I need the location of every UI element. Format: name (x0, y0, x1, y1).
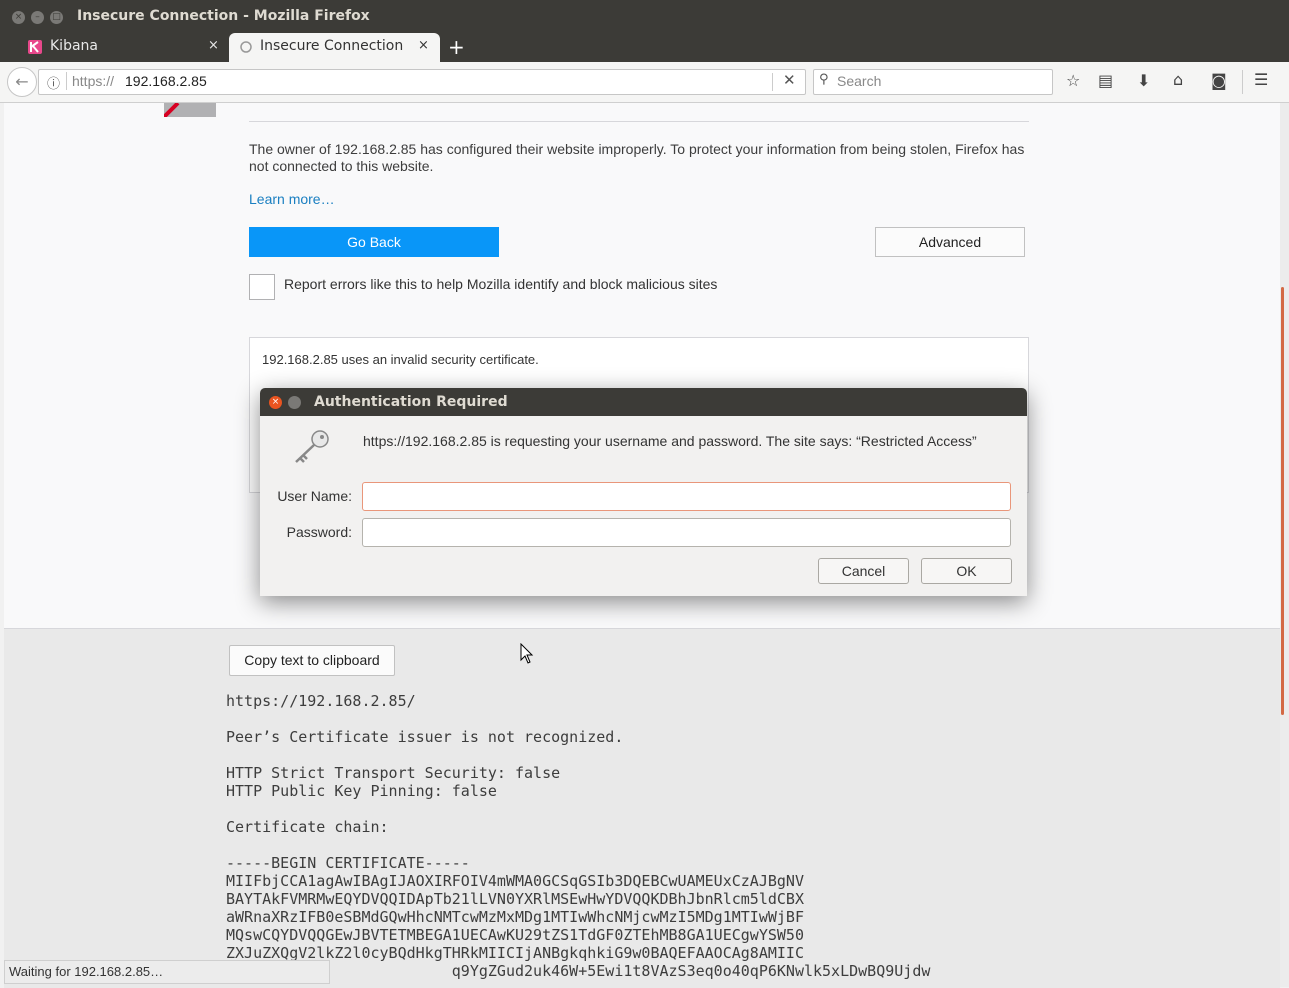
tab-insecure-connection[interactable]: Insecure Connection × (229, 33, 440, 62)
details-url: https://192.168.2.85/ (226, 692, 416, 710)
report-errors-checkbox[interactable] (249, 274, 275, 300)
scrollbar-thumb[interactable] (1281, 287, 1284, 715)
ok-button[interactable]: OK (921, 558, 1012, 584)
divider (249, 121, 1029, 122)
issuer-message: Peer’s Certificate issuer is not recogni… (226, 728, 624, 746)
home-icon[interactable]: ⌂ (1173, 70, 1183, 89)
search-input[interactable]: ⚲ Search (813, 69, 1053, 95)
cert-line: BAYTAkFVMRMwEQYDVQQIDApTb21lLVN0YXRlMSEw… (226, 890, 804, 908)
username-label: User Name: (277, 488, 352, 504)
window-close-button[interactable]: × (12, 11, 25, 24)
status-bar: Waiting for 192.168.2.85… (4, 960, 330, 984)
mouse-cursor-icon (520, 642, 534, 669)
advanced-button[interactable]: Advanced (875, 227, 1025, 257)
cert-line: MQswCQYDVQQGEwJBVTETMBEGA1UECAwKU29tZS1T… (226, 926, 804, 944)
username-field[interactable] (362, 482, 1011, 511)
report-errors-label: Report errors like this to help Mozilla … (284, 276, 718, 292)
cert-line: MIIFbjCCA1agAwIBAgIJAOXIRFOIV4mWMA0GCSqG… (226, 872, 804, 890)
info-icon[interactable]: ⓘ (47, 73, 60, 92)
cert-line: q9YgZGud2uk46W+5Ewi1t8VAzS3eq0o40qP6KNwl… (226, 962, 931, 980)
certificate-details: Copy text to clipboard https://192.168.2… (4, 628, 1280, 988)
search-icon: ⚲ (819, 72, 829, 87)
window-titlebar: × – □ Insecure Connection - Mozilla Fire… (0, 0, 1289, 33)
stop-icon[interactable]: ✕ (783, 71, 796, 89)
url-scheme: https:// (72, 73, 115, 89)
hsts-line: HTTP Strict Transport Security: false (226, 764, 561, 782)
tab-label: Kibana (50, 38, 98, 54)
bookmark-star-icon[interactable]: ☆ (1066, 71, 1080, 90)
back-icon[interactable]: ← (7, 67, 37, 97)
go-back-button[interactable]: Go Back (249, 227, 499, 257)
dialog-title: Authentication Required (314, 394, 508, 410)
password-field[interactable] (362, 518, 1011, 547)
dialog-titlebar: × Authentication Required (260, 388, 1027, 416)
key-icon (292, 428, 334, 470)
url-bar[interactable]: ⓘ https:// 192.168.2.85 ✕ (38, 69, 806, 95)
window-maximize-button[interactable]: □ (50, 11, 63, 24)
warning-icon (164, 103, 216, 117)
navigation-bar: ← ⓘ https:// 192.168.2.85 ✕ ⚲ Search ☆ ▤… (0, 62, 1289, 103)
hpkp-line: HTTP Public Key Pinning: false (226, 782, 497, 800)
url-host: 192.168.2.85 (125, 73, 207, 89)
advanced-panel-text: 192.168.2.85 uses an invalid security ce… (262, 352, 539, 367)
authentication-dialog: × Authentication Required https://192.16… (260, 388, 1027, 596)
learn-more-link[interactable]: Learn more… (249, 191, 335, 207)
tab-close-icon[interactable]: × (418, 38, 429, 53)
password-label: Password: (286, 524, 352, 540)
pocket-icon[interactable]: ◙ (1211, 71, 1227, 90)
new-tab-icon[interactable]: + (448, 35, 465, 59)
dialog-close-button[interactable]: × (269, 396, 282, 409)
dialog-maximize-button[interactable] (288, 396, 301, 409)
cert-line: -----BEGIN CERTIFICATE----- (226, 854, 470, 872)
tab-close-icon[interactable]: × (208, 38, 219, 53)
loading-icon (239, 40, 253, 54)
window-title: Insecure Connection - Mozilla Firefox (77, 8, 370, 24)
error-description: The owner of 192.168.2.85 has configured… (249, 141, 1025, 174)
tab-strip: Kibana × Insecure Connection × (0, 33, 1289, 62)
menu-icon[interactable]: ☰ (1254, 70, 1268, 89)
search-placeholder: Search (837, 73, 882, 89)
tab-label: Insecure Connection (260, 38, 404, 54)
downloads-icon[interactable]: ⬇ (1137, 71, 1150, 90)
tab-kibana[interactable]: Kibana × (20, 33, 225, 62)
chain-label: Certificate chain: (226, 818, 389, 836)
kibana-icon (28, 40, 42, 54)
copy-to-clipboard-button[interactable]: Copy text to clipboard (229, 645, 395, 676)
reading-list-icon[interactable]: ▤ (1098, 71, 1113, 90)
dialog-message: https://192.168.2.85 is requesting your … (363, 433, 977, 449)
cert-line: aWRnaXRzIFB0eSBMdGQwHhcNMTcwMzMxMDg1MTIw… (226, 908, 804, 926)
window-minimize-button[interactable]: – (31, 11, 44, 24)
cancel-button[interactable]: Cancel (818, 558, 909, 584)
